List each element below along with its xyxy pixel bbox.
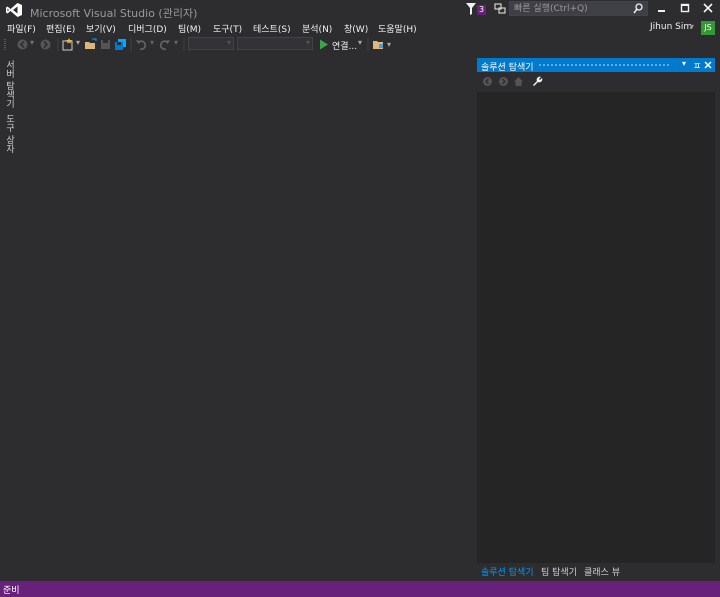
editor-area [20, 56, 475, 580]
solution-configuration-dropdown[interactable]: ▾ [188, 37, 234, 50]
visual-studio-logo-icon [6, 3, 22, 17]
status-bar: 준비 [0, 581, 720, 597]
menu-bar: 파일(F) 편집(E) 보기(V) 디버그(D) 팀(M) 도구(T) 테스트(… [0, 20, 720, 36]
wrench-icon[interactable] [532, 76, 543, 87]
window-title: Microsoft Visual Studio (관리자) [30, 7, 198, 20]
quick-launch-input[interactable] [514, 2, 632, 15]
solution-platform-dropdown[interactable]: ▾ [237, 37, 313, 50]
menu-help[interactable]: 도움말(H) [378, 22, 417, 35]
tab-class-view[interactable]: 클래스 뷰 [584, 565, 620, 578]
pin-icon[interactable]: ㅍ [693, 59, 701, 72]
chevron-down-icon[interactable]: ▾ [150, 38, 154, 51]
redo-icon[interactable] [158, 38, 171, 51]
menu-tools[interactable]: 도구(T) [213, 22, 242, 35]
chevron-down-icon[interactable]: ▾ [76, 38, 80, 51]
quick-launch-box[interactable] [509, 1, 648, 16]
solution-explorer-header: 솔루션 탐색기 ▾ ㅍ [477, 58, 715, 73]
home-icon[interactable] [513, 76, 524, 87]
user-name[interactable]: Jihun Sim [650, 22, 692, 32]
notification-count-badge: 3 [477, 5, 487, 15]
save-icon[interactable] [100, 38, 111, 51]
back-icon[interactable] [482, 76, 493, 87]
menu-view[interactable]: 보기(V) [86, 22, 116, 35]
notifications-button[interactable]: 3 [466, 3, 488, 17]
forward-icon[interactable] [39, 38, 52, 51]
title-bar: Microsoft Visual Studio (관리자) 3 [0, 0, 720, 20]
toolbar-overflow-icon[interactable]: ▾ [387, 40, 391, 53]
flag-icon [466, 3, 476, 15]
menu-edit[interactable]: 편집(E) [46, 22, 75, 35]
solution-explorer-tabs: 솔루션 탐색기 팀 탐색기 클래스 뷰 [477, 563, 715, 578]
menu-test[interactable]: 테스트(S) [253, 22, 291, 35]
standard-toolbar: ▾ ▾ ▾ ▾ ▾ ▾ 연결... ▾ ▾ [0, 36, 720, 54]
tab-toolbox[interactable]: 도구 상자 [3, 114, 16, 153]
browse-folder-icon[interactable] [372, 38, 385, 51]
close-icon[interactable] [704, 61, 712, 69]
tab-solution-explorer[interactable]: 솔루션 탐색기 [481, 565, 534, 578]
menu-file[interactable]: 파일(F) [7, 22, 36, 35]
menu-analyze[interactable]: 분석(N) [302, 22, 332, 35]
forward-icon[interactable] [498, 76, 509, 87]
left-tool-strip: 서버 탐색기 도구 상자 [0, 56, 20, 576]
connect-button[interactable]: 연결... [332, 39, 357, 52]
avatar[interactable]: JS [701, 21, 715, 35]
open-file-icon[interactable] [84, 38, 97, 51]
panel-drag-grip[interactable] [539, 64, 669, 68]
solution-explorer-panel: 솔루션 탐색기 ▾ ㅍ 솔루션 탐색기 팀 탐색기 클래스 뷰 [477, 58, 715, 578]
new-project-icon[interactable] [62, 38, 74, 51]
chevron-down-icon[interactable]: ▾ [30, 38, 34, 51]
maximize-icon[interactable] [678, 3, 692, 14]
tab-server-explorer[interactable]: 서버 탐색기 [3, 60, 16, 108]
play-icon[interactable] [319, 38, 329, 51]
tab-team-explorer[interactable]: 팀 탐색기 [541, 565, 577, 578]
toolbar-separator [57, 38, 59, 51]
solution-explorer-toolbar [477, 72, 715, 92]
toolbar-grip-icon [4, 39, 6, 50]
close-icon[interactable] [701, 3, 715, 14]
chevron-down-icon[interactable]: ▾ [682, 59, 686, 68]
menu-debug[interactable]: 디버그(D) [128, 22, 167, 35]
toolbar-separator [183, 38, 185, 51]
search-icon[interactable] [633, 3, 643, 14]
menu-window[interactable]: 창(W) [344, 22, 368, 35]
chevron-down-icon[interactable]: ▾ [358, 38, 362, 51]
save-all-icon[interactable] [114, 38, 127, 51]
toolbar-separator [130, 38, 132, 51]
back-icon[interactable] [16, 38, 29, 51]
chevron-down-icon[interactable]: ▾ [690, 22, 694, 31]
minimize-icon[interactable] [654, 3, 668, 14]
status-text: 준비 [3, 586, 20, 596]
menu-team[interactable]: 팀(M) [178, 22, 201, 35]
chevron-down-icon[interactable]: ▾ [174, 38, 178, 51]
undo-icon[interactable] [135, 38, 148, 51]
toolbar-separator [367, 38, 369, 51]
feedback-icon[interactable] [494, 3, 506, 15]
